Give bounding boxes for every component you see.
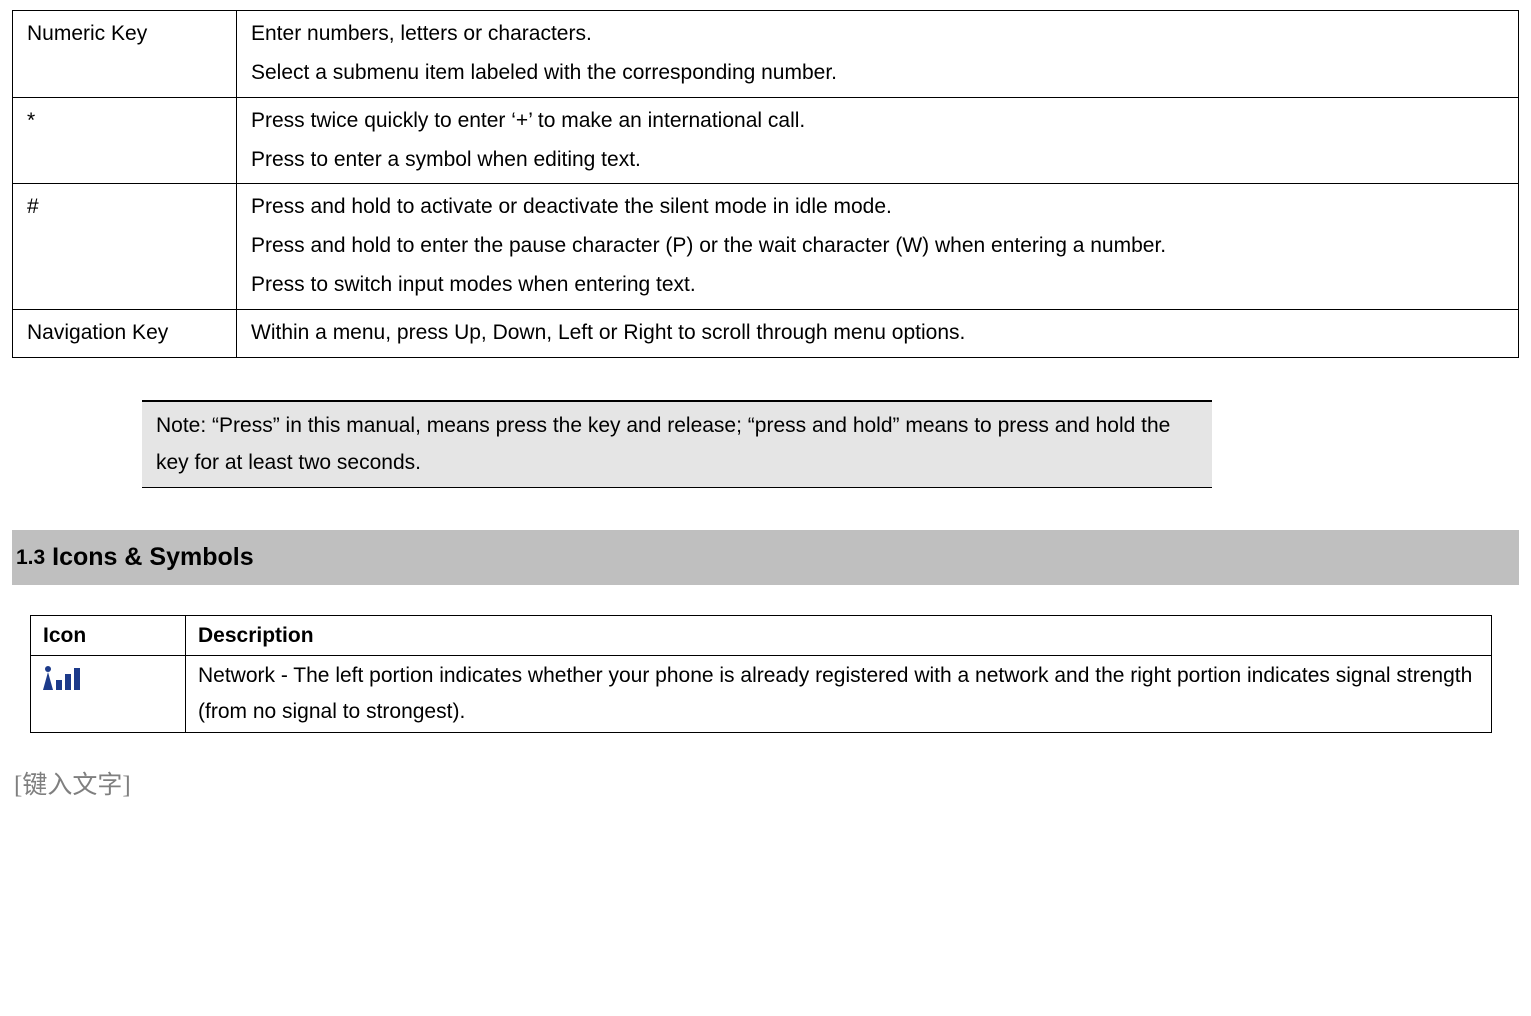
desc-line: Press to switch input modes when enterin… xyxy=(251,266,1504,305)
table-row: # Press and hold to activate or deactiva… xyxy=(13,184,1519,310)
section-number: 1.3 xyxy=(16,546,45,569)
key-desc-cell: Within a menu, press Up, Down, Left or R… xyxy=(237,309,1519,357)
desc-line: Press and hold to activate or deactivate… xyxy=(251,188,1504,227)
table-row: Navigation Key Within a menu, press Up, … xyxy=(13,309,1519,357)
network-signal-icon xyxy=(43,666,80,690)
key-desc-cell: Press twice quickly to enter ‘+’ to make… xyxy=(237,97,1519,184)
description-header: Description xyxy=(186,615,1492,656)
icon-cell xyxy=(31,656,186,732)
table-row: Network - The left portion indicates whe… xyxy=(31,656,1492,732)
icon-description: Network - The left portion indicates whe… xyxy=(186,656,1492,732)
table-row: * Press twice quickly to enter ‘+’ to ma… xyxy=(13,97,1519,184)
keys-table: Numeric Key Enter numbers, letters or ch… xyxy=(12,10,1519,358)
section-title: Icons & Symbols xyxy=(52,543,253,571)
key-desc-cell: Enter numbers, letters or characters. Se… xyxy=(237,11,1519,98)
table-header-row: Icon Description xyxy=(31,615,1492,656)
desc-line: Enter numbers, letters or characters. xyxy=(251,15,1504,54)
desc-line: Within a menu, press Up, Down, Left or R… xyxy=(251,314,1504,353)
desc-line: Press to enter a symbol when editing tex… xyxy=(251,141,1504,180)
footer-placeholder: [键入文字] xyxy=(14,763,1519,809)
key-name-cell: * xyxy=(13,97,237,184)
desc-line: Select a submenu item labeled with the c… xyxy=(251,54,1504,93)
note-text: Note: “Press” in this manual, means pres… xyxy=(156,414,1170,474)
note-box: Note: “Press” in this manual, means pres… xyxy=(142,400,1212,489)
table-row: Numeric Key Enter numbers, letters or ch… xyxy=(13,11,1519,98)
desc-line: Press twice quickly to enter ‘+’ to make… xyxy=(251,102,1504,141)
icons-table: Icon Description Network - The left port… xyxy=(30,615,1492,733)
key-name-cell: Navigation Key xyxy=(13,309,237,357)
desc-line: Press and hold to enter the pause charac… xyxy=(251,227,1504,266)
key-name-cell: Numeric Key xyxy=(13,11,237,98)
key-desc-cell: Press and hold to activate or deactivate… xyxy=(237,184,1519,310)
icon-header: Icon xyxy=(31,615,186,656)
section-heading: 1.3 Icons & Symbols xyxy=(12,530,1519,584)
key-name-cell: # xyxy=(13,184,237,310)
